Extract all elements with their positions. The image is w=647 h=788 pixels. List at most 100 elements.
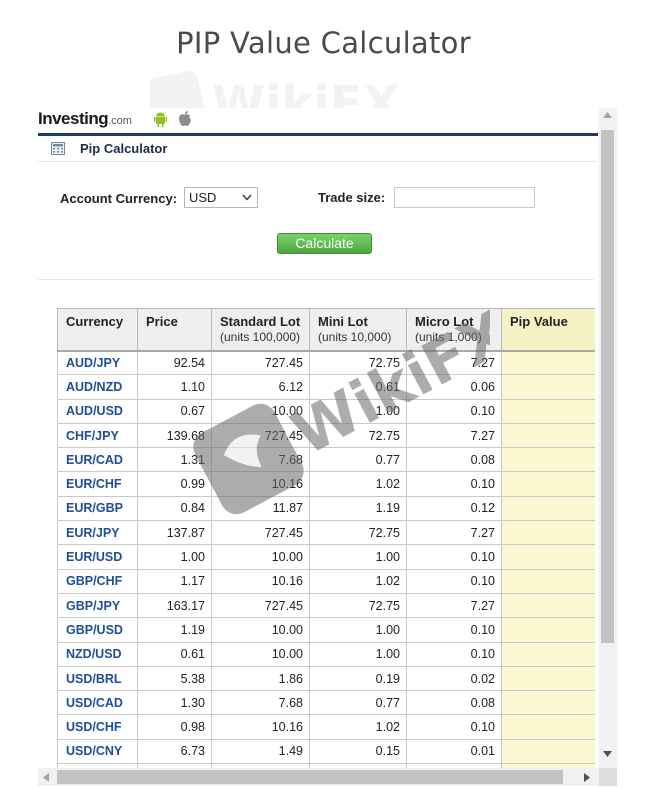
pip-value-cell bbox=[501, 714, 595, 740]
trade-size-label: Trade size: bbox=[318, 190, 386, 205]
currency-pair-link[interactable]: EUR/JPY bbox=[57, 520, 138, 546]
column-header-units: (units 100,000) bbox=[220, 330, 301, 344]
scroll-down-arrow-icon[interactable] bbox=[603, 751, 612, 757]
calculator-form: Account Currency: USD Trade size: Calcul… bbox=[38, 163, 598, 281]
scroll-left-arrow-icon[interactable] bbox=[43, 773, 49, 782]
standard-lot-cell: 7.68 bbox=[211, 447, 310, 473]
standard-lot-cell: 10.00 bbox=[211, 398, 310, 424]
column-header-units: (units 10,000) bbox=[318, 330, 392, 344]
standard-lot-cell: 6.12 bbox=[211, 374, 310, 400]
table-row: USD/CAD 1.30 7.68 0.77 0.08 bbox=[57, 690, 595, 716]
column-header: Currency bbox=[57, 308, 138, 352]
page-title: PIP Value Calculator bbox=[176, 26, 471, 60]
table-row: EUR/CHF 0.99 10.16 1.02 0.10 bbox=[57, 471, 595, 497]
currency-pair-link[interactable]: USD/CHF bbox=[57, 714, 138, 740]
standard-lot-cell: 10.16 bbox=[211, 471, 310, 497]
currency-pair-link[interactable]: USD/CNY bbox=[57, 738, 138, 765]
mini-lot-cell: 1.00 bbox=[309, 544, 407, 570]
pip-value-cell bbox=[501, 520, 595, 546]
pip-value-cell bbox=[501, 544, 595, 570]
currency-pair-link[interactable]: EUR/CAD bbox=[57, 447, 138, 473]
pip-value-cell bbox=[501, 471, 595, 497]
horizontal-scroll-thumb[interactable] bbox=[57, 770, 563, 784]
currency-pair-link[interactable]: GBP/JPY bbox=[57, 592, 138, 619]
table-row: GBP/USD 1.19 10.00 1.00 0.10 bbox=[57, 617, 595, 643]
standard-lot-cell: 1.86 bbox=[211, 665, 310, 692]
pip-value-cell bbox=[501, 398, 595, 424]
currency-pair-link[interactable]: EUR/GBP bbox=[57, 495, 138, 522]
micro-lot-cell: 0.10 bbox=[406, 398, 502, 424]
micro-lot-cell: 0.10 bbox=[406, 617, 502, 643]
currency-pair-link[interactable]: AUD/NZD bbox=[57, 374, 138, 400]
currency-pair-link[interactable]: EUR/USD bbox=[57, 544, 138, 570]
android-icon[interactable] bbox=[154, 111, 167, 127]
price-cell: 137.87 bbox=[137, 520, 212, 546]
micro-lot-cell: 0.10 bbox=[406, 568, 502, 594]
price-cell: 1.19 bbox=[137, 617, 212, 643]
scroll-up-arrow-icon[interactable] bbox=[603, 112, 612, 118]
micro-lot-cell: 0.02 bbox=[406, 665, 502, 692]
standard-lot-cell: 10.16 bbox=[211, 714, 310, 740]
price-cell: 0.61 bbox=[137, 641, 212, 667]
mini-lot-cell: 72.75 bbox=[309, 422, 407, 449]
mini-lot-cell: 1.19 bbox=[309, 495, 407, 522]
calculator-icon bbox=[51, 142, 65, 155]
currency-pair-link[interactable]: GBP/CHF bbox=[57, 568, 138, 594]
pip-value-cell bbox=[501, 690, 595, 716]
currency-pair-link[interactable]: GBP/USD bbox=[57, 617, 138, 643]
pip-value-cell bbox=[501, 422, 595, 449]
currency-pair-link[interactable]: USD/CAD bbox=[57, 690, 138, 716]
standard-lot-cell: 727.45 bbox=[211, 520, 310, 546]
scroll-right-arrow-icon[interactable] bbox=[584, 773, 590, 782]
column-header-label: Micro Lot bbox=[415, 314, 474, 329]
table-row: CHF/JPY 139.68 727.45 72.75 7.27 bbox=[57, 422, 595, 449]
price-cell: 1.00 bbox=[137, 544, 212, 570]
price-cell: 6.73 bbox=[137, 738, 212, 765]
mini-lot-cell: 1.02 bbox=[309, 714, 407, 740]
mini-lot-cell: 1.00 bbox=[309, 617, 407, 643]
price-cell: 0.67 bbox=[137, 398, 212, 424]
currency-pair-link[interactable]: EUR/CHF bbox=[57, 471, 138, 497]
pip-calculator-widget: Investing.com Pip Calculator Account Cur… bbox=[38, 108, 617, 786]
micro-lot-cell: 0.10 bbox=[406, 641, 502, 667]
table-body: AUD/JPY 92.54 727.45 72.75 7.27 AUD/NZD 1.10 6.… bbox=[57, 349, 595, 770]
standard-lot-cell: 10.00 bbox=[211, 617, 310, 643]
standard-lot-cell: 727.45 bbox=[211, 422, 310, 449]
currency-pair-link[interactable]: CHF/JPY bbox=[57, 422, 138, 449]
currency-pair-link[interactable]: AUD/USD bbox=[57, 398, 138, 424]
investing-logo[interactable]: Investing.com bbox=[38, 109, 132, 129]
chevron-down-icon bbox=[242, 194, 252, 201]
mini-lot-cell: 1.02 bbox=[309, 471, 407, 497]
table-row: USD/BRL 5.38 1.86 0.19 0.02 bbox=[57, 665, 595, 692]
standard-lot-cell: 10.00 bbox=[211, 544, 310, 570]
column-header-label: Standard Lot bbox=[220, 314, 301, 329]
table-row: USD/CNY 6.73 1.49 0.15 0.01 bbox=[57, 738, 595, 765]
price-cell: 0.99 bbox=[137, 471, 212, 497]
pip-value-cell bbox=[501, 641, 595, 667]
mini-lot-cell: 0.15 bbox=[309, 738, 407, 765]
currency-pair-link[interactable]: AUD/JPY bbox=[57, 349, 138, 376]
standard-lot-cell: 7.68 bbox=[211, 690, 310, 716]
pip-value-cell bbox=[501, 349, 595, 376]
price-cell: 163.17 bbox=[137, 592, 212, 619]
table-row: EUR/JPY 137.87 727.45 72.75 7.27 bbox=[57, 520, 595, 546]
column-header: Standard Lot (units 100,000) bbox=[211, 308, 310, 352]
account-currency-select[interactable]: USD bbox=[184, 187, 258, 208]
micro-lot-cell: 0.10 bbox=[406, 544, 502, 570]
horizontal-scrollbar[interactable] bbox=[38, 768, 599, 786]
currency-pair-link[interactable]: USD/BRL bbox=[57, 665, 138, 692]
currency-pair-link[interactable]: NZD/USD bbox=[57, 641, 138, 667]
calculate-button[interactable]: Calculate bbox=[277, 233, 372, 254]
vertical-scroll-thumb[interactable] bbox=[601, 130, 614, 643]
vertical-scrollbar[interactable] bbox=[599, 108, 617, 768]
micro-lot-cell: 0.08 bbox=[406, 690, 502, 716]
column-header: Price bbox=[137, 308, 212, 352]
price-cell: 0.84 bbox=[137, 495, 212, 522]
logo-text: Investing bbox=[38, 109, 109, 128]
trade-size-input[interactable] bbox=[394, 187, 535, 208]
mini-lot-cell: 1.02 bbox=[309, 568, 407, 594]
standard-lot-cell: 10.00 bbox=[211, 641, 310, 667]
pip-table-area: Currency Price Standard Lot (units 100,000)… bbox=[57, 308, 595, 770]
apple-icon[interactable] bbox=[178, 110, 192, 127]
pip-value-cell bbox=[501, 592, 595, 619]
